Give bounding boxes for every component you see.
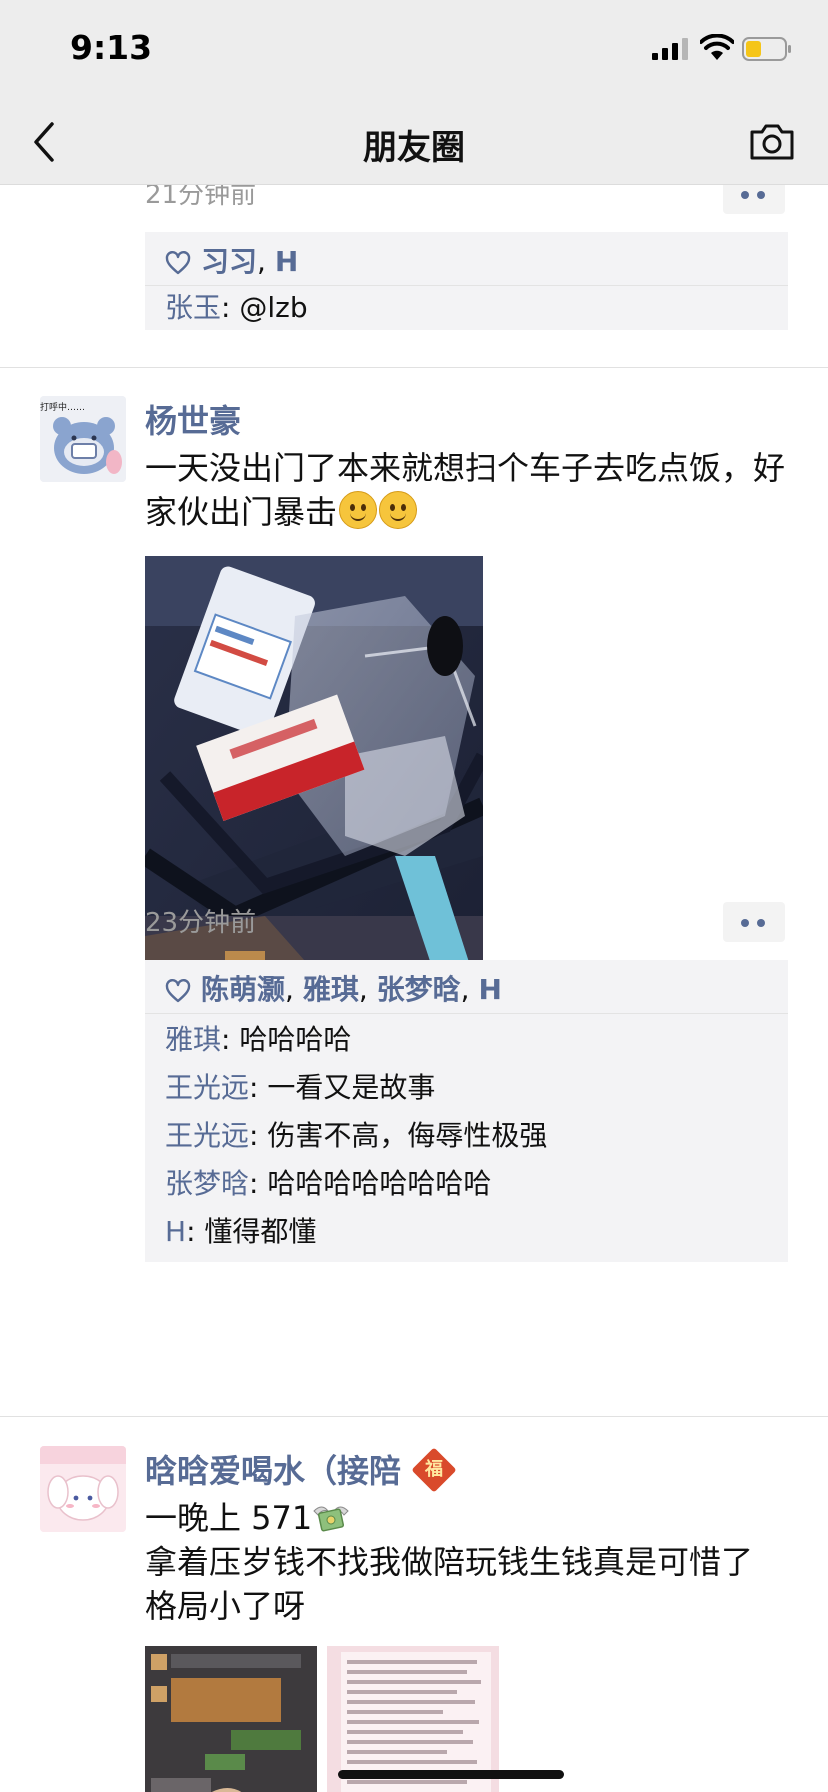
nav-bar: 朋友圈 <box>0 100 828 185</box>
post-text: 一天没出门了本来就想扫个车子去吃点饭，好家伙出门暴击 <box>145 446 785 534</box>
interaction-box: 习习, H 张玉: @lzb <box>145 232 788 330</box>
post-divider <box>0 367 828 368</box>
post-timestamp: 23分钟前 <box>145 908 257 938</box>
wifi-icon <box>700 34 734 60</box>
comment-text: 哈哈哈哈 <box>239 1023 352 1056</box>
home-indicator[interactable] <box>338 1770 564 1779</box>
post-text-line: 一晚上 571 <box>145 1496 785 1540</box>
comment-author[interactable]: 张玉 <box>165 291 221 324</box>
comment[interactable]: 王光远: 伤害不高，侮辱性极强 <box>145 1112 788 1160</box>
comment-text: 哈哈哈哈哈哈哈哈 <box>267 1167 492 1200</box>
interaction-box: 陈萌灏, 雅琪, 张梦晗, H 雅琪: 哈哈哈哈 王光远: 一看又是故事 王光远… <box>145 960 788 1262</box>
post-text-content: 一天没出门了本来就想扫个车子去吃点饭，好家伙出门暴击 <box>145 449 786 531</box>
dot-icon <box>757 191 765 199</box>
cellular-signal-icon <box>652 38 688 60</box>
like-name[interactable]: 陈萌灏 <box>201 973 285 1006</box>
comment[interactable]: 张梦晗: 哈哈哈哈哈哈哈哈 <box>145 1160 788 1208</box>
dot-icon <box>741 919 749 927</box>
dot-icon <box>757 919 765 927</box>
fortune-badge-icon: 福 <box>411 1447 457 1493</box>
likes-row: 陈萌灏, 雅琪, 张梦晗, H <box>145 960 788 1014</box>
smile-emoji-icon <box>339 491 378 529</box>
comment[interactable]: 雅琪: 哈哈哈哈 <box>145 1016 788 1064</box>
heart-icon <box>165 979 191 1003</box>
avatar-image <box>40 1446 126 1532</box>
dot-icon <box>741 191 749 199</box>
status-bar: 9:13 <box>0 0 828 100</box>
avatar[interactable] <box>40 1446 126 1532</box>
comment[interactable]: 王光远: 一看又是故事 <box>145 1064 788 1112</box>
post-text: 一晚上 571 拿着压岁钱不找我做陪玩钱生钱真是可惜了 格局小了呀 <box>145 1496 785 1628</box>
comment-text: 懂得都懂 <box>204 1215 317 1248</box>
comment[interactable]: H: 懂得都懂 <box>145 1208 788 1256</box>
like-name[interactable]: H <box>275 245 298 278</box>
comment-list: 雅琪: 哈哈哈哈 王光远: 一看又是故事 王光远: 伤害不高，侮辱性极强 张梦晗… <box>145 1014 788 1262</box>
more-actions-button[interactable] <box>723 184 785 214</box>
post-text-line: 拿着压岁钱不找我做陪玩钱生钱真是可惜了 格局小了呀 <box>145 1543 754 1625</box>
comment-author[interactable]: 王光远 <box>165 1119 249 1152</box>
comment-text: 伤害不高，侮辱性极强 <box>267 1119 548 1152</box>
battery-icon <box>742 37 791 61</box>
status-time: 9:13 <box>70 28 153 67</box>
smile-emoji-icon <box>379 491 418 529</box>
comment-text: 一看又是故事 <box>267 1071 436 1104</box>
like-name[interactable]: 张梦晗 <box>377 973 461 1006</box>
heart-icon <box>165 251 191 275</box>
comment-text: @lzb <box>239 291 308 324</box>
post-author[interactable]: 晗晗爱喝水（接陪 福 <box>145 1446 457 1493</box>
comment-author[interactable]: H <box>165 1215 186 1248</box>
post-author-name[interactable]: 晗晗爱喝水（接陪 <box>145 1452 401 1490</box>
likes-row: 习习, H <box>145 232 788 286</box>
avatar[interactable]: 打呼中…… <box>40 396 126 482</box>
like-name[interactable]: H <box>478 973 501 1006</box>
comment-author[interactable]: 雅琪 <box>165 1023 221 1056</box>
money-wings-emoji-icon <box>313 1506 349 1532</box>
post-meta-row: 21分钟前 <box>145 184 785 220</box>
comment-author[interactable]: 王光远 <box>165 1071 249 1104</box>
post-photo[interactable] <box>145 1646 317 1792</box>
post-text-content: 一晚上 571 <box>145 1499 313 1537</box>
post-author[interactable]: 杨世豪 <box>145 396 241 442</box>
more-actions-button[interactable] <box>723 902 785 942</box>
fortune-badge-text: 福 <box>425 1459 444 1480</box>
comment-author[interactable]: 张梦晗 <box>165 1167 249 1200</box>
avatar-caption: 打呼中…… <box>40 403 86 413</box>
page-title: 朋友圈 <box>363 128 465 168</box>
moments-feed[interactable]: 21分钟前 习习, H 张玉: @lzb 打呼中…… 杨世豪 一天没出门了本来就… <box>0 184 828 1792</box>
comment[interactable]: 张玉: @lzb <box>145 286 788 330</box>
post-timestamp: 21分钟前 <box>145 184 257 210</box>
photo-image <box>145 1646 317 1792</box>
camera-icon[interactable] <box>748 120 796 162</box>
like-name[interactable]: 雅琪 <box>303 973 359 1006</box>
post-divider <box>0 1416 828 1417</box>
like-name[interactable]: 习习 <box>201 245 257 278</box>
post-meta-row: 23分钟前 <box>145 902 785 948</box>
